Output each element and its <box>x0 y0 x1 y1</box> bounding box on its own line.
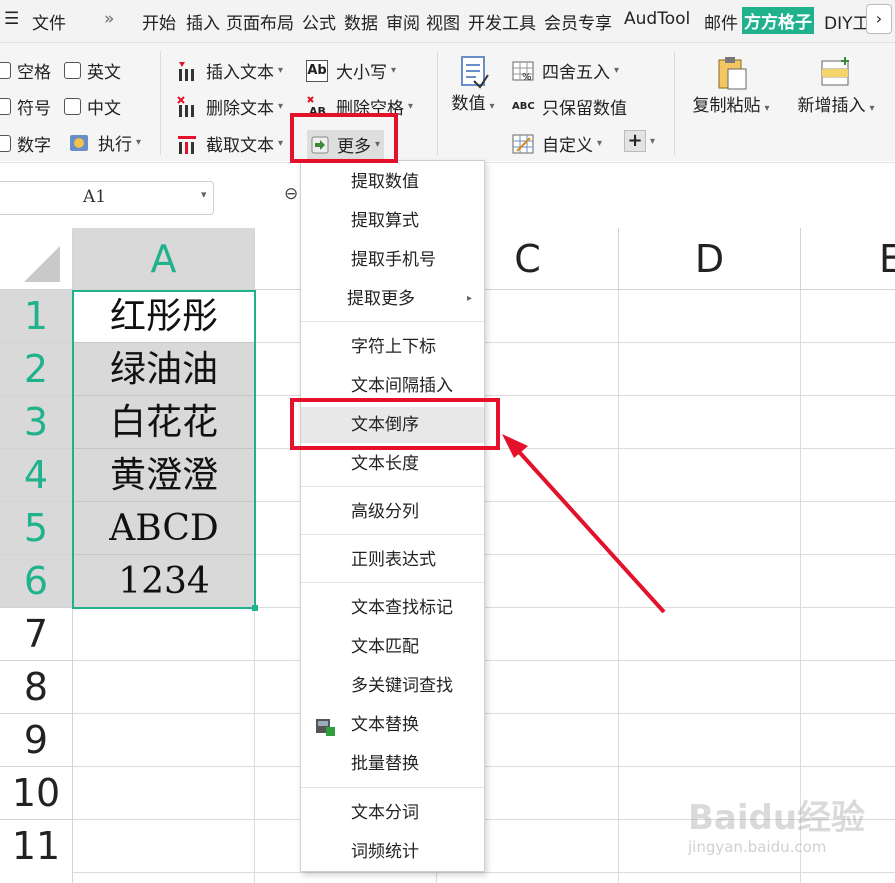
annotation-arrow-icon <box>502 434 666 614</box>
